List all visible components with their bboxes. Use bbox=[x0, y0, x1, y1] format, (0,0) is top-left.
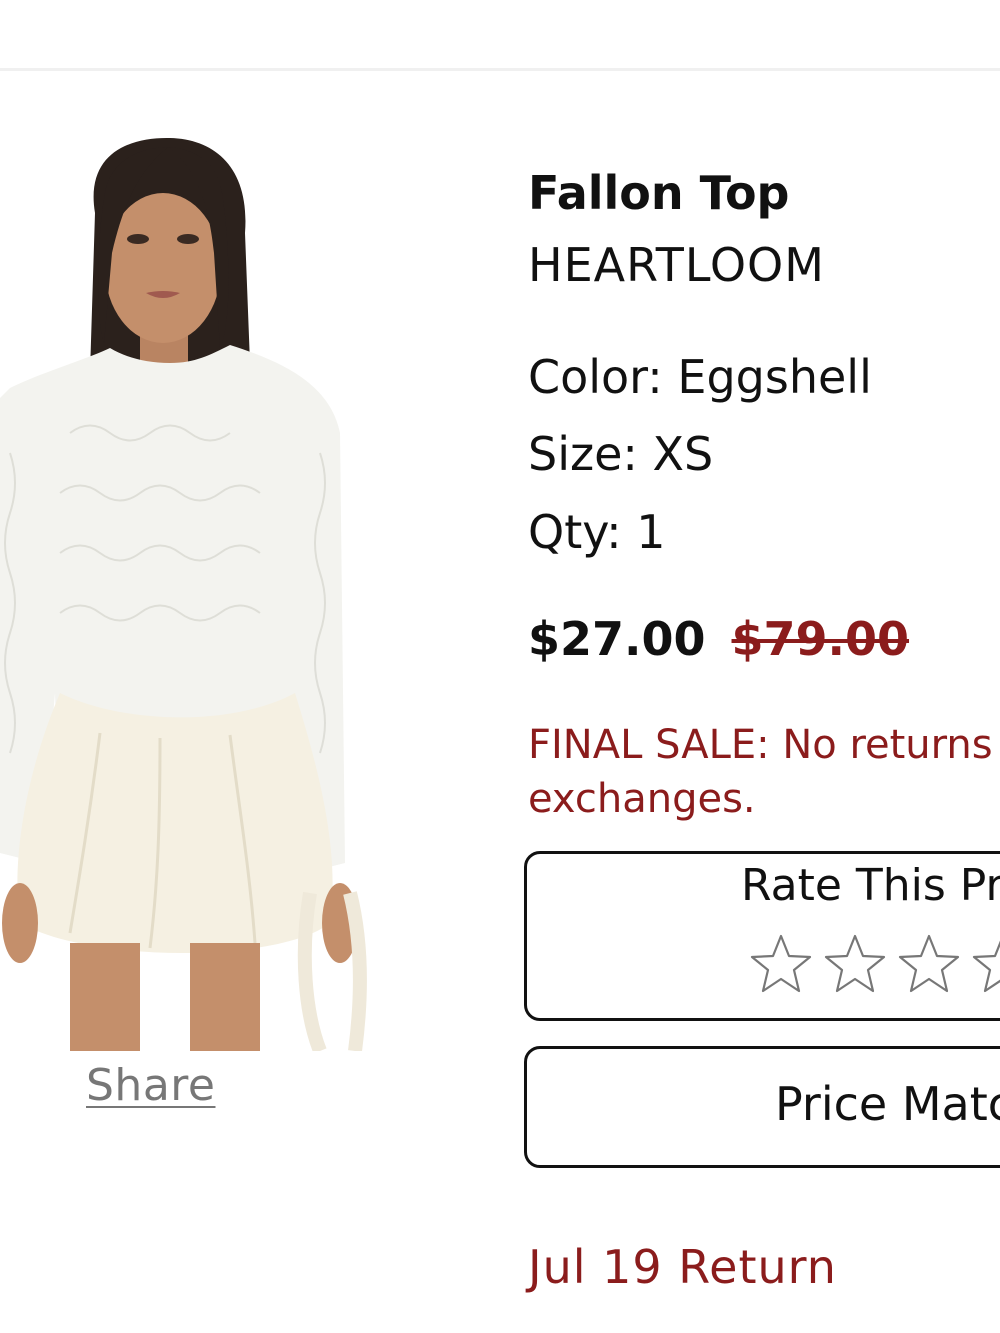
rate-product-box[interactable]: Rate This Product bbox=[524, 851, 1000, 1021]
quantity-attribute: Qty: 1 bbox=[528, 505, 666, 559]
original-price: $79.00 bbox=[731, 612, 910, 666]
product-details: Fallon Top HEARTLOOM Color: Eggshell Siz… bbox=[524, 0, 1000, 1333]
return-date[interactable]: Jul 19 Return bbox=[528, 1240, 837, 1294]
product-image[interactable] bbox=[0, 133, 370, 1051]
star-outline-icon[interactable] bbox=[823, 932, 887, 996]
final-sale-line-2: exchanges. bbox=[528, 776, 756, 822]
final-sale-notice: FINAL SALE: No returns or exchanges. bbox=[528, 718, 1000, 826]
final-sale-line-1: FINAL SALE: No returns or bbox=[528, 722, 1000, 768]
star-outline-icon[interactable] bbox=[971, 932, 1000, 996]
size-attribute: Size: XS bbox=[528, 427, 714, 481]
price-row: $27.00 $79.00 bbox=[528, 612, 909, 666]
sale-price: $27.00 bbox=[528, 612, 706, 666]
product-name[interactable]: Fallon Top bbox=[528, 166, 789, 220]
price-match-label: Price Match bbox=[775, 1077, 1000, 1131]
star-outline-icon[interactable] bbox=[749, 932, 813, 996]
rate-product-title: Rate This Product bbox=[741, 860, 1000, 911]
price-match-button[interactable]: Price Match bbox=[524, 1046, 1000, 1168]
color-attribute: Color: Eggshell bbox=[528, 350, 872, 404]
star-outline-icon[interactable] bbox=[897, 932, 961, 996]
brand-name[interactable]: HEARTLOOM bbox=[528, 238, 825, 292]
star-rating[interactable] bbox=[749, 932, 1000, 1002]
share-link[interactable]: Share bbox=[86, 1060, 215, 1111]
order-item-page: Share Fallon Top HEARTLOOM Color: Eggshe… bbox=[0, 0, 1000, 1333]
